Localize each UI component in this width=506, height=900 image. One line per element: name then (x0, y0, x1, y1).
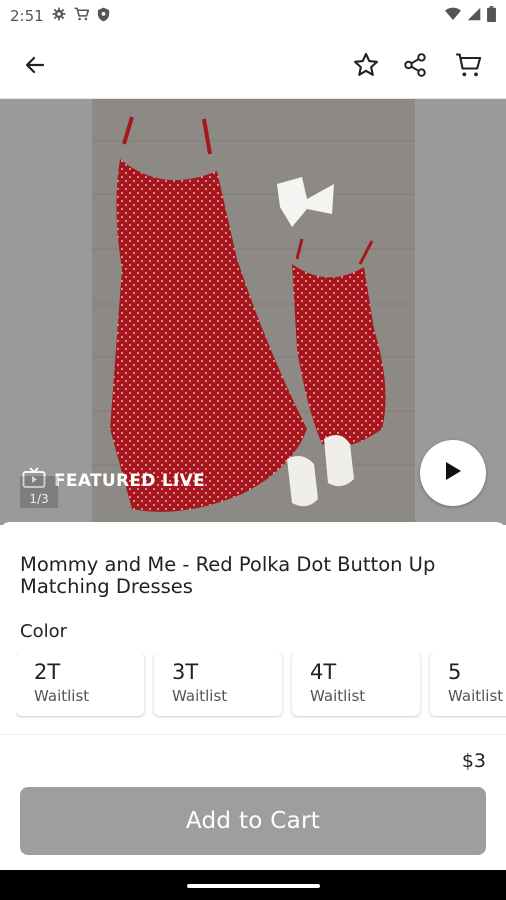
size-status: Waitlist (310, 687, 366, 705)
image-counter: 1/3 (20, 476, 58, 508)
size-selector: 2T Waitlist 3T Waitlist 4T Waitlist 5 Wa… (16, 652, 506, 718)
product-title: Mommy and Me - Red Polka Dot Button Up M… (20, 553, 436, 598)
size-option-3t[interactable]: 3T Waitlist (154, 652, 282, 716)
status-time: 2:51 (10, 7, 44, 25)
add-to-cart-button[interactable]: Add to Cart (20, 787, 486, 855)
battery-icon (487, 6, 496, 26)
size-status: Waitlist (172, 687, 228, 705)
play-icon (443, 460, 463, 486)
favorite-star-icon[interactable] (349, 48, 383, 82)
status-bar: 2:51 (0, 0, 506, 32)
share-icon[interactable] (398, 48, 432, 82)
size-status: Waitlist (448, 687, 504, 705)
size-option-4t[interactable]: 4T Waitlist (292, 652, 420, 716)
play-button[interactable] (420, 440, 486, 506)
featured-live-label: FEATURED LIVE (54, 470, 206, 491)
price: $3 (461, 750, 486, 772)
size-name: 4T (310, 660, 337, 684)
app-bar (0, 32, 506, 99)
signal-icon (467, 7, 481, 25)
divider (0, 734, 506, 735)
cart-icon[interactable] (452, 48, 486, 82)
size-name: 3T (172, 660, 199, 684)
size-option-5[interactable]: 5 Waitlist (430, 652, 506, 716)
size-name: 5 (448, 660, 462, 684)
home-gesture-handle[interactable] (187, 884, 320, 888)
gear-icon (52, 7, 66, 25)
size-option-2t[interactable]: 2T Waitlist (16, 652, 144, 716)
wifi-icon (445, 7, 461, 25)
cart-icon (74, 7, 90, 25)
back-arrow-icon[interactable] (18, 48, 52, 82)
color-label: Color (20, 621, 67, 642)
product-image-carousel[interactable]: FEATURED LIVE 1/3 (0, 99, 506, 525)
product-photo (92, 99, 415, 525)
size-status: Waitlist (34, 687, 90, 705)
size-name: 2T (34, 660, 61, 684)
system-nav-bar (0, 870, 506, 900)
shield-icon (97, 7, 110, 26)
product-details-sheet: Mommy and Me - Red Polka Dot Button Up M… (0, 522, 506, 870)
